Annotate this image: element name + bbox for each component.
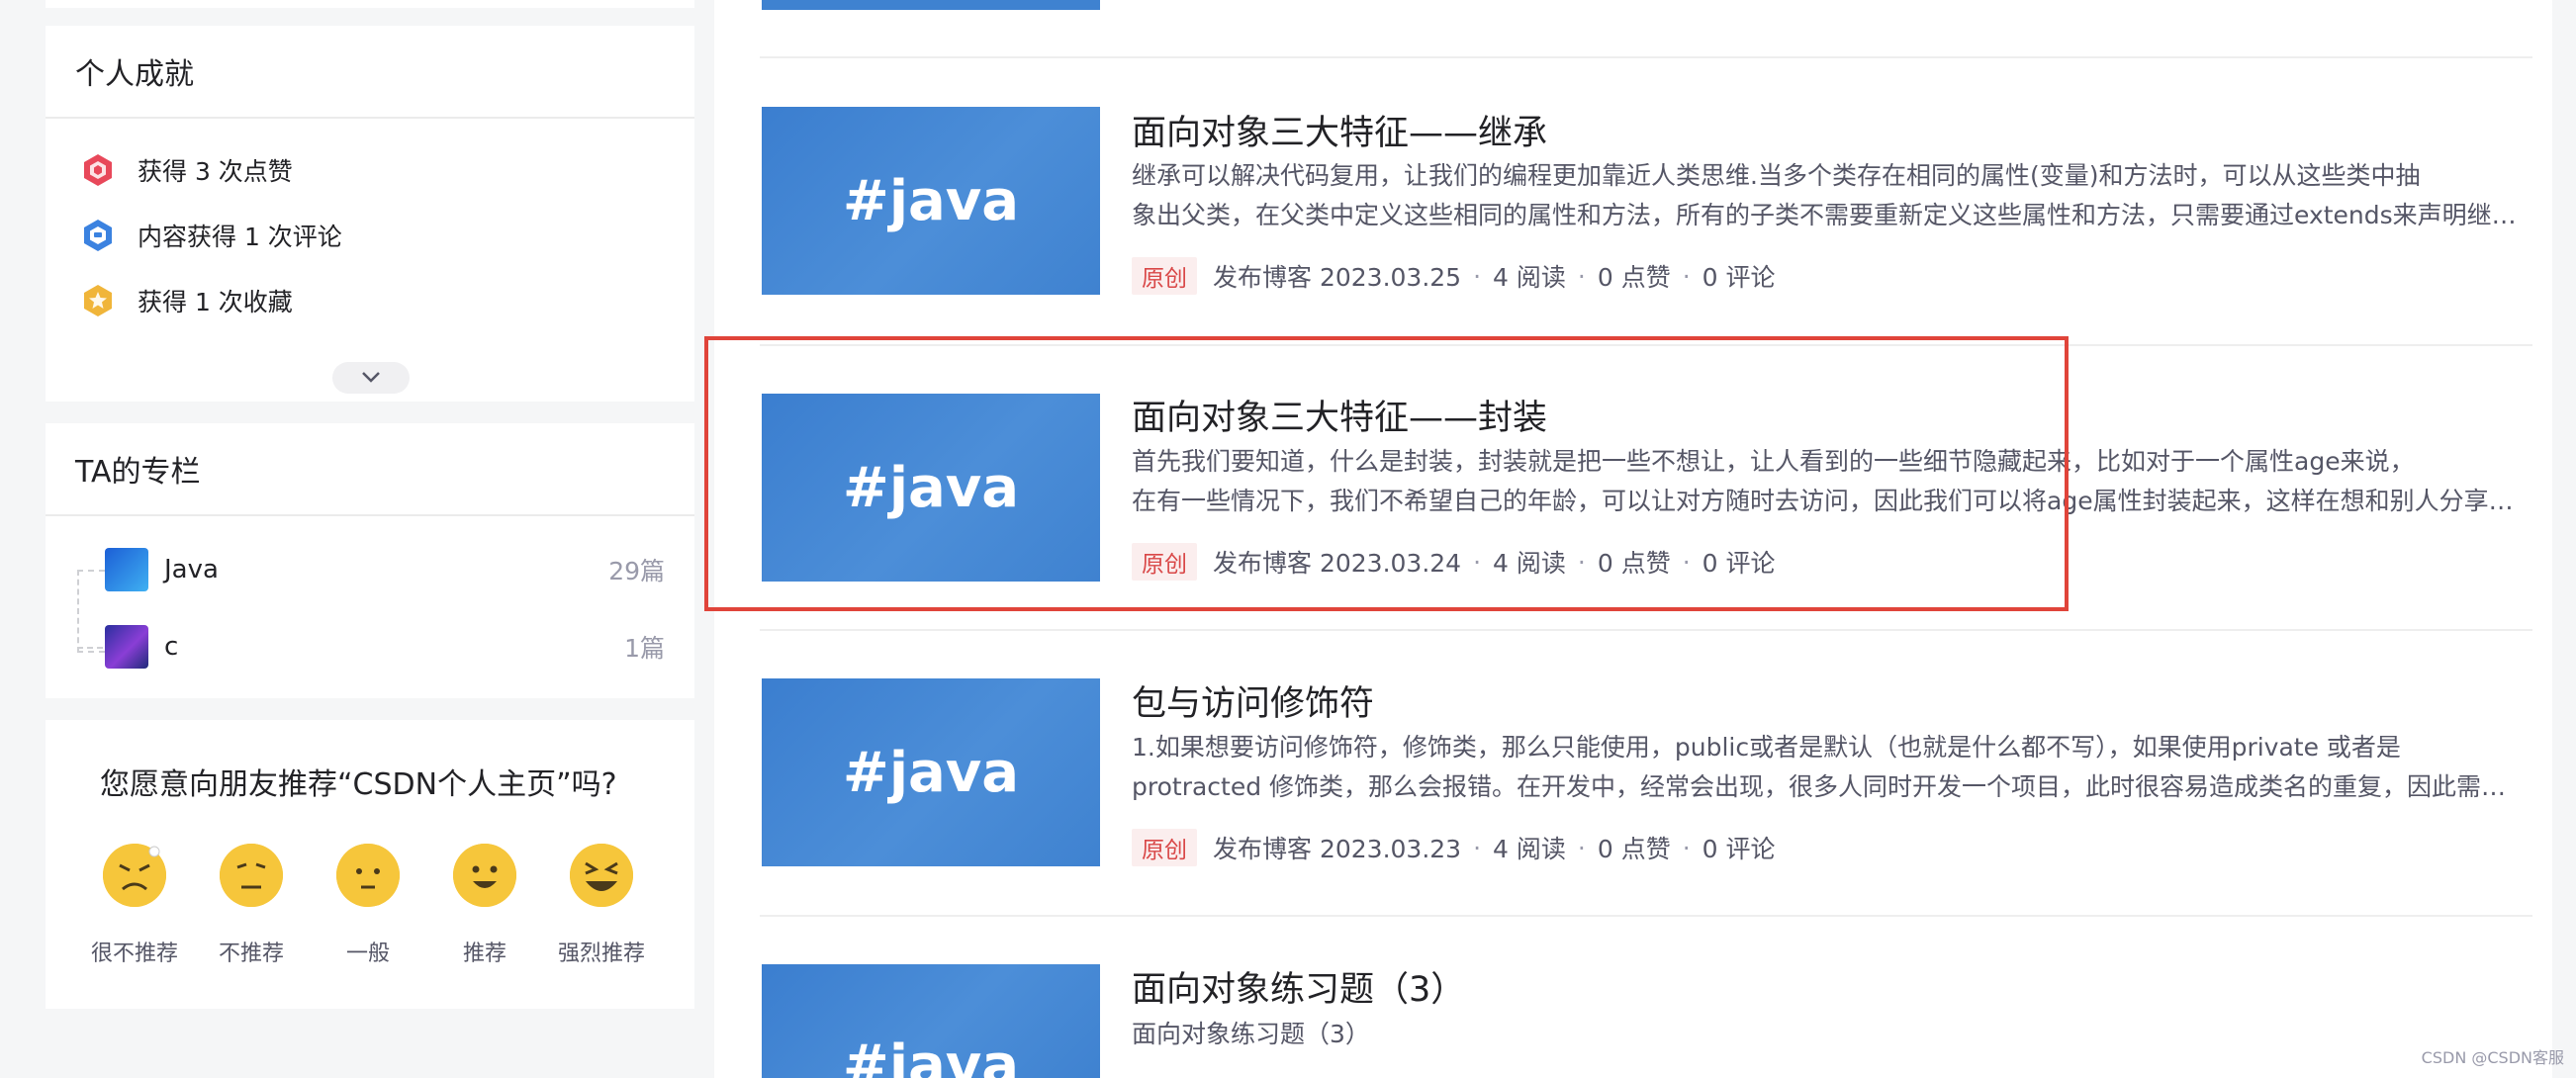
achievements-divider	[46, 117, 694, 119]
achievement-comments: 内容获得 1 次评论	[80, 216, 342, 255]
recommend-option-label: 推荐	[462, 942, 506, 966]
recommend-option-label: 不推荐	[218, 942, 284, 966]
article-title[interactable]: 包与访问修饰符	[1132, 675, 1374, 726]
column-name: Java	[164, 555, 219, 584]
desc-line: protracted 修饰类，那么会报错。在开发中，经常会出现，很多人同时开发一…	[1132, 772, 2527, 801]
original-badge: 原创	[1132, 829, 1197, 866]
thumbnail-text: #java	[842, 168, 1020, 233]
desc-line: 1.如果想要访问修饰符，修饰类，那么只能使用，public或者是默认（也就是什么…	[1132, 733, 2401, 762]
column-name: c	[164, 632, 179, 662]
expand-achievements-button[interactable]	[332, 362, 410, 394]
recommend-option-label: 强烈推荐	[557, 942, 645, 966]
article-description: 面向对象练习题（3）	[1132, 1015, 2527, 1054]
like-count: 0 点赞	[1597, 835, 1671, 863]
recommend-option-label: 很不推荐	[90, 942, 178, 966]
article-thumbnail[interactable]: #java	[762, 107, 1100, 295]
tree-connector	[77, 647, 103, 649]
article-meta: 原创 发布博客 2023.03.23 · 4 阅读 · 0 点赞 · 0 评论	[1132, 829, 1776, 866]
achievements-title: 个人成就	[75, 57, 194, 92]
columns-card: TA的专栏 Java 29篇 c 1篇	[46, 423, 694, 698]
columns-divider	[46, 514, 694, 516]
neutral-face-icon	[336, 844, 400, 907]
smile-face-icon	[453, 844, 516, 907]
achievement-favorites: 获得 1 次收藏	[80, 281, 293, 320]
publish-date: 发布博客 2023.03.23	[1213, 835, 1462, 863]
achievements-card: 个人成就 获得 3 次点赞 内容获得 1 次评论 获得 1 次收藏	[46, 26, 694, 402]
read-count: 4 阅读	[1493, 263, 1566, 292]
like-medal-icon	[80, 152, 116, 188]
unhappy-face-icon	[220, 844, 283, 907]
favorite-medal-icon	[80, 283, 116, 318]
thumbnail-text: #java	[842, 740, 1020, 805]
angry-face-icon	[103, 844, 166, 907]
column-count: 29篇	[608, 557, 665, 585]
publish-date: 发布博客 2023.03.25	[1213, 263, 1462, 292]
desc-line: 面向对象练习题（3）	[1132, 1020, 1370, 1048]
recommend-card: 您愿意向朋友推荐“CSDN个人主页”吗? 很不推荐 不推荐 一般 推荐 强烈推荐	[46, 720, 694, 1009]
achievement-likes-label: 获得 3 次点赞	[138, 157, 293, 186]
highlight-box	[704, 336, 2069, 611]
java-column-icon	[105, 548, 148, 591]
comment-count: 0 评论	[1702, 835, 1776, 863]
laughing-face-icon	[570, 844, 633, 907]
achievement-favorites-label: 获得 1 次收藏	[138, 288, 293, 316]
column-item-java[interactable]: Java 29篇	[105, 548, 665, 591]
original-badge: 原创	[1132, 257, 1197, 295]
column-item-c[interactable]: c 1篇	[105, 625, 665, 669]
article-thumbnail[interactable]: #java	[762, 964, 1100, 1078]
article-description: 继承可以解决代码复用，让我们的编程更加靠近人类思维.当多个类存在相同的属性(变量…	[1132, 156, 2527, 235]
article-thumbnail[interactable]: #java	[762, 678, 1100, 866]
article-divider	[760, 629, 2532, 631]
achievement-likes: 获得 3 次点赞	[80, 150, 293, 190]
sidebar-top-card-remnant	[46, 0, 694, 8]
column-count: 1篇	[624, 634, 665, 663]
article-title[interactable]: 面向对象练习题（3）	[1132, 961, 1465, 1012]
article-divider	[760, 56, 2532, 58]
recommend-option-label: 一般	[345, 942, 390, 966]
chevron-down-icon	[360, 369, 382, 388]
c-column-icon	[105, 625, 148, 669]
prev-article-thumbnail	[762, 0, 1100, 10]
columns-title: TA的专栏	[75, 455, 201, 490]
recommend-question: 您愿意向朋友推荐“CSDN个人主页”吗?	[100, 767, 617, 802]
thumbnail-text: #java	[842, 1033, 1020, 1078]
like-count: 0 点赞	[1597, 263, 1671, 292]
desc-line: 象出父类，在父类中定义这些相同的属性和方法，所有的子类不需要重新定义这些属性和方…	[1132, 201, 2527, 229]
article-title[interactable]: 面向对象三大特征——继承	[1132, 105, 1547, 155]
watermark: CSDN @CSDN客服	[2421, 1048, 2564, 1067]
read-count: 4 阅读	[1493, 835, 1566, 863]
article-description: 1.如果想要访问修饰符，修饰类，那么只能使用，public或者是默认（也就是什么…	[1132, 728, 2527, 807]
tree-connector	[77, 570, 105, 653]
comment-medal-icon	[80, 218, 116, 253]
comment-count: 0 评论	[1702, 263, 1776, 292]
desc-line: 继承可以解决代码复用，让我们的编程更加靠近人类思维.当多个类存在相同的属性(变量…	[1132, 161, 2421, 190]
article-meta: 原创 发布博客 2023.03.25 · 4 阅读 · 0 点赞 · 0 评论	[1132, 257, 1776, 295]
achievement-comments-label: 内容获得 1 次评论	[138, 223, 342, 251]
article-divider	[760, 915, 2532, 917]
